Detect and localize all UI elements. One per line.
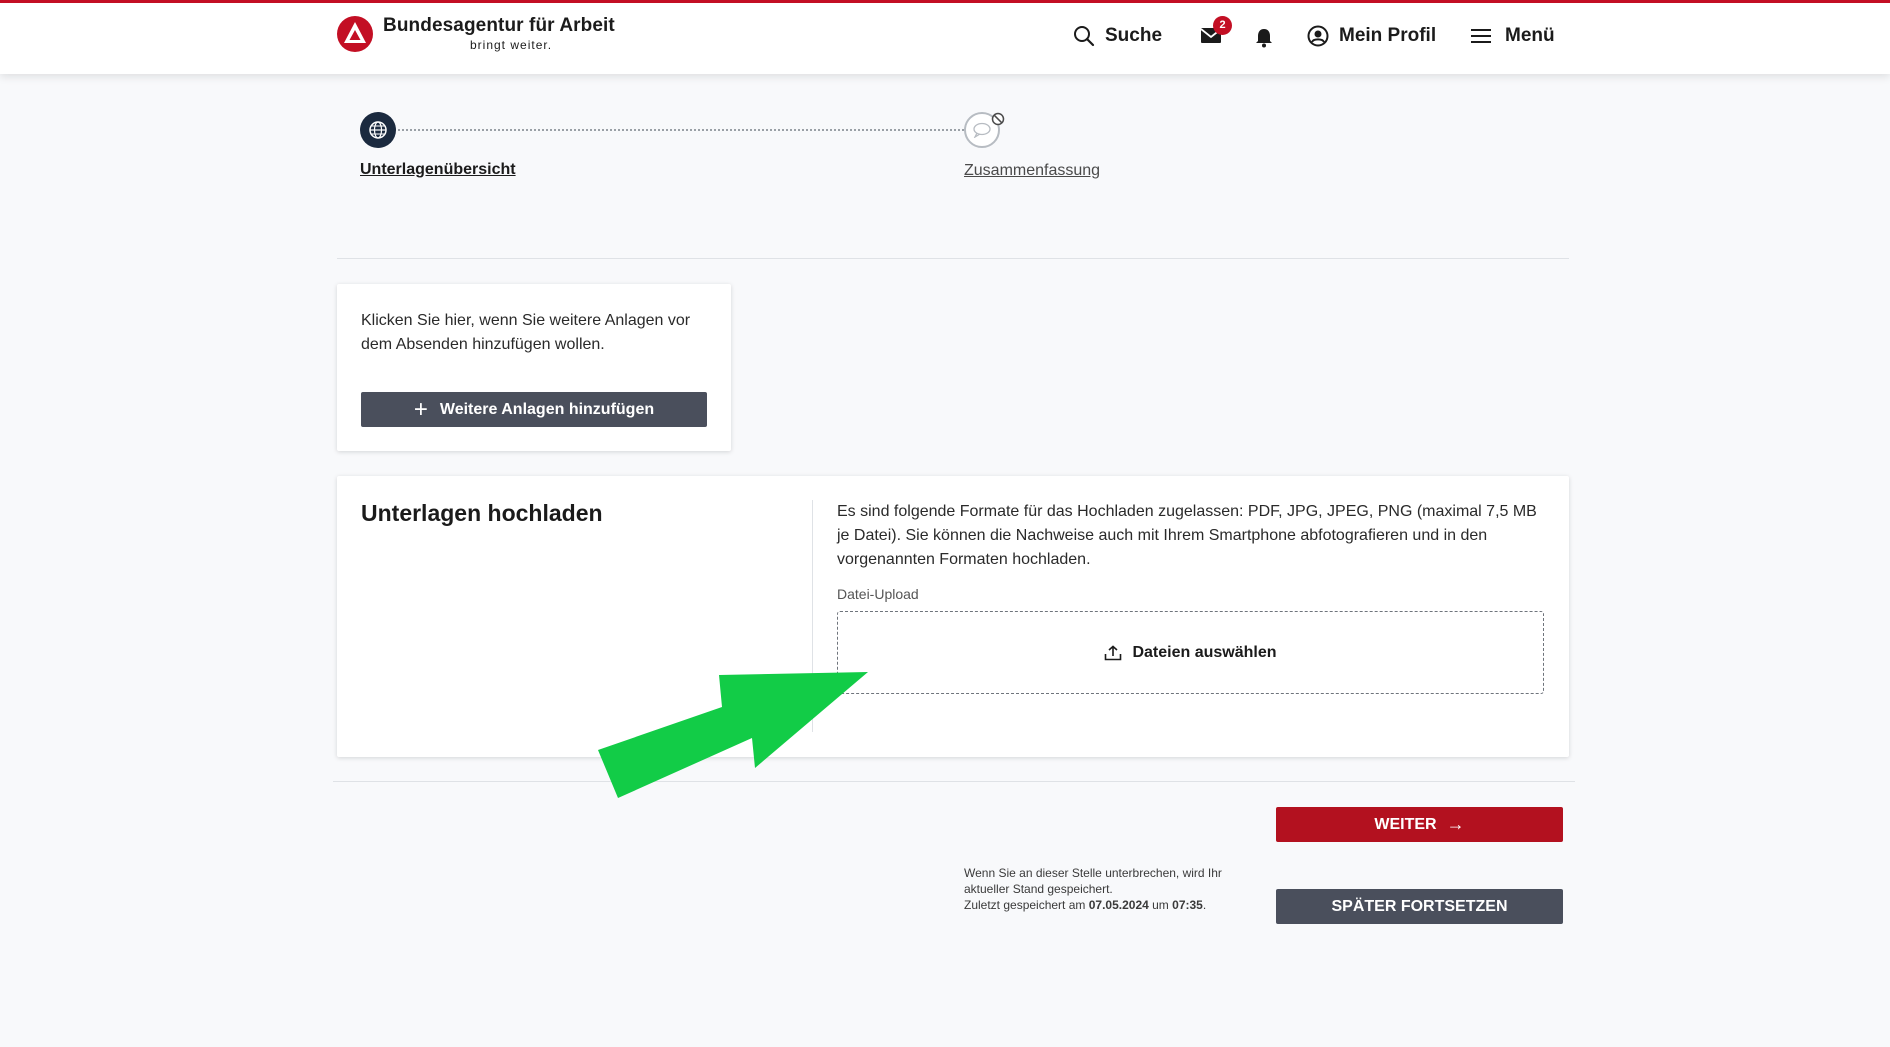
step-label-summary[interactable]: Zusammenfassung (964, 162, 1100, 180)
search-icon (1074, 26, 1095, 47)
arrow-right-icon: → (1446, 814, 1465, 834)
step-1-indicator[interactable] (360, 112, 396, 148)
logo-text: Bundesagentur für Arbeit bringt weiter. (383, 15, 615, 52)
divider (333, 781, 1575, 782)
stepper-connector (394, 129, 964, 131)
add-attachments-card: Klicken Sie hier, wenn Sie weitere Anlag… (337, 284, 731, 451)
logo-link[interactable]: Bundesagentur für Arbeit bringt weiter. (337, 15, 615, 52)
save-note: Wenn Sie an dieser Stelle unterbrechen, … (964, 865, 1254, 913)
annotation-arrow-icon (598, 672, 868, 798)
last-saved-date: 07.05.2024 (1088, 898, 1149, 912)
plus-icon: + (413, 395, 428, 423)
user-circle-icon (1307, 25, 1329, 47)
file-upload-label: Datei-Upload (837, 586, 919, 602)
upload-info-text: Es sind folgende Formate für das Hochlad… (837, 503, 1537, 568)
divider (337, 258, 1569, 259)
add-attachments-text: Klicken Sie hier, wenn Sie weitere Anlag… (361, 312, 691, 353)
disabled-icon (991, 112, 1005, 126)
file-dropzone[interactable]: Dateien auswählen (837, 611, 1544, 694)
menu-label: Menü (1505, 25, 1555, 46)
next-button[interactable]: WEITER → (1276, 807, 1563, 842)
last-saved-line: Zuletzt gespeichert am 07.05.2024 um 07:… (964, 897, 1254, 913)
search-label: Suche (1105, 25, 1163, 46)
add-attachments-button[interactable]: + Weitere Anlagen hinzufügen (361, 392, 707, 427)
profile-button[interactable]: Mein Profil (1307, 25, 1436, 47)
mail-count-badge: 2 (1213, 16, 1232, 35)
last-saved-prefix: Zuletzt gespeichert am (964, 898, 1089, 912)
continue-later-button[interactable]: SPÄTER FORTSETZEN (1276, 889, 1563, 924)
last-saved-time: 07:35 (1172, 898, 1203, 912)
search-button[interactable]: Suche (1073, 25, 1162, 47)
profile-label: Mein Profil (1339, 25, 1437, 46)
notifications-button[interactable] (1255, 28, 1273, 48)
last-saved-suffix: . (1202, 898, 1207, 912)
add-attachments-label: Weitere Anlagen hinzufügen (439, 400, 655, 418)
upload-card: Unterlagen hochladen Es sind folgende Fo… (337, 476, 1569, 757)
menu-button[interactable]: Menü (1471, 25, 1555, 47)
postbox-button[interactable]: 2 (1200, 16, 1232, 44)
chat-bubble-icon (973, 122, 991, 138)
hamburger-icon (1471, 29, 1491, 43)
globe-icon (369, 121, 387, 139)
bell-icon (1256, 29, 1272, 48)
ba-logo-icon (337, 15, 373, 52)
save-note-text: Wenn Sie an dieser Stelle unterbrechen, … (964, 866, 1222, 896)
choose-files-label: Dateien auswählen (1132, 643, 1277, 661)
logo-claim: bringt weiter. (470, 38, 553, 52)
last-saved-mid: um (1148, 898, 1173, 912)
upload-icon (1105, 644, 1122, 660)
next-label: WEITER (1374, 815, 1437, 833)
upload-title: Unterlagen hochladen (361, 500, 603, 526)
step-label-overview[interactable]: Unterlagenübersicht (360, 161, 516, 179)
logo-title: Bundesagentur für Arbeit (383, 15, 615, 36)
site-header: Bundesagentur für Arbeit bringt weiter. … (0, 0, 1890, 74)
continue-later-label: SPÄTER FORTSETZEN (1331, 897, 1508, 915)
